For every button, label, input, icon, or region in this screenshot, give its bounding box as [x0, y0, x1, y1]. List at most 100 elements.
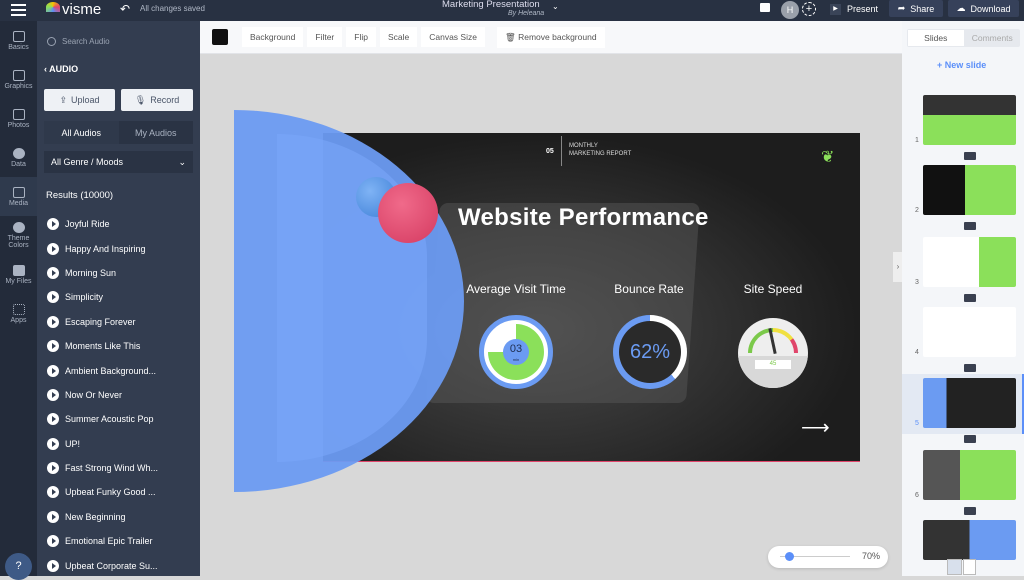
audio-track[interactable]: Emotional Epic Trailer [37, 529, 200, 553]
play-icon[interactable] [47, 388, 59, 401]
play-icon[interactable] [47, 413, 59, 426]
track-title: Upbeat Corporate Su... [65, 560, 158, 571]
audio-track[interactable]: Ambient Background... [37, 358, 200, 382]
bounce-rate-gauge: 62% [613, 315, 687, 389]
scale-button[interactable]: Scale [379, 27, 418, 47]
play-icon[interactable] [47, 242, 59, 255]
tab-my-audios[interactable]: My Audios [119, 121, 194, 144]
filter-button[interactable]: Filter [307, 27, 343, 47]
audio-track[interactable]: Now Or Never [37, 383, 200, 407]
undo-icon[interactable]: ↶ [120, 2, 130, 16]
transition-icon[interactable] [964, 222, 976, 230]
rail-label: Graphics [4, 82, 33, 90]
transition-icon[interactable] [964, 364, 976, 372]
graphics-icon [12, 69, 25, 81]
transition-icon[interactable] [964, 435, 976, 443]
chevron-down-icon[interactable]: ⌄ [552, 2, 559, 11]
play-icon[interactable] [47, 291, 59, 304]
play-icon[interactable] [47, 559, 59, 572]
play-icon[interactable] [47, 486, 59, 499]
upload-button[interactable]: ⇪ Upload [44, 89, 115, 111]
share-button[interactable]: ➦ Share [889, 0, 943, 17]
play-icon[interactable] [47, 535, 59, 548]
rail-theme-colors[interactable]: Theme Colors [0, 216, 37, 255]
audio-track[interactable]: Moments Like This [37, 334, 200, 358]
grid-view-button[interactable] [947, 559, 962, 575]
add-collaborator-icon[interactable]: + [802, 2, 816, 16]
track-title: Escaping Forever [65, 316, 136, 327]
rail-my-files[interactable]: My Files [0, 255, 37, 294]
play-icon[interactable] [47, 315, 59, 328]
play-icon[interactable] [47, 266, 59, 279]
comment-icon[interactable] [760, 3, 770, 12]
metric-label: Bounce Rate [614, 282, 684, 296]
zoom-slider-handle[interactable] [785, 552, 794, 561]
remove-background-button[interactable]: 🗑 Remove background [496, 26, 605, 48]
genre-dropdown[interactable]: All Genre / Moods ⌄ [44, 151, 193, 173]
canvas-size-button[interactable]: Canvas Size [421, 27, 485, 47]
slide-thumbnail[interactable] [923, 307, 1016, 357]
slide-thumbnail[interactable] [923, 237, 1016, 287]
audio-track[interactable]: Joyful Ride [37, 212, 200, 236]
audio-track[interactable]: Fast Strong Wind Wh... [37, 456, 200, 480]
transition-icon[interactable] [964, 294, 976, 302]
transition-icon[interactable] [964, 152, 976, 160]
track-title: Moments Like This [65, 341, 141, 352]
slide-thumbnail[interactable] [923, 378, 1016, 428]
play-icon[interactable] [47, 437, 59, 450]
avatar[interactable]: H [781, 1, 799, 19]
audio-track[interactable]: Upbeat Corporate Su... [37, 553, 200, 577]
audio-track[interactable]: Happy And Inspiring [37, 236, 200, 260]
audio-track[interactable]: Simplicity [37, 285, 200, 309]
rail-graphics[interactable]: Graphics [0, 60, 37, 99]
transition-icon[interactable] [964, 507, 976, 515]
list-view-button[interactable] [963, 559, 976, 575]
new-slide-button[interactable]: + New slide [937, 60, 986, 70]
back-to-media[interactable]: ‹ AUDIO [44, 64, 78, 74]
track-title: New Beginning [65, 511, 126, 522]
divider [561, 136, 562, 166]
tab-slides[interactable]: Slides [908, 30, 964, 46]
track-list: Joyful Ride Happy And Inspiring Morning Su… [37, 212, 200, 578]
track-title: Now Or Never [65, 389, 123, 400]
audio-track[interactable]: UP! [37, 432, 200, 456]
tab-comments[interactable]: Comments [965, 29, 1021, 47]
rail-media[interactable]: Media [0, 177, 37, 216]
track-title: Happy And Inspiring [65, 243, 146, 254]
search-input[interactable]: Search Audio [62, 37, 110, 46]
zoom-value[interactable]: 70% [862, 551, 880, 561]
play-icon[interactable] [47, 364, 59, 377]
color-swatch[interactable] [212, 29, 228, 45]
audio-panel: Search Audio ‹ AUDIO ⇪ Upload 🎙 Record All… [37, 21, 200, 576]
audio-tabs: All Audios My Audios [44, 121, 193, 144]
present-button[interactable]: ▶ Present [830, 1, 886, 17]
audio-track[interactable]: Morning Sun [37, 261, 200, 285]
slide-thumbnail[interactable] [923, 165, 1016, 215]
play-icon[interactable] [47, 510, 59, 523]
rail-photos[interactable]: Photos [0, 99, 37, 138]
audio-track[interactable]: Summer Acoustic Pop [37, 407, 200, 431]
menu-icon[interactable] [11, 4, 26, 16]
tab-all-audios[interactable]: All Audios [44, 121, 119, 144]
background-button[interactable]: Background [242, 27, 304, 47]
rail-apps[interactable]: Apps [0, 294, 37, 333]
play-icon[interactable] [47, 218, 59, 231]
genre-value: All Genre / Moods [51, 157, 124, 167]
slide-thumbnail[interactable] [923, 450, 1016, 500]
rail-basics[interactable]: Basics [0, 21, 37, 60]
rail-data[interactable]: Data [0, 138, 37, 177]
slide-thumbnail[interactable] [923, 520, 1016, 560]
doc-title[interactable]: Marketing Presentation [442, 0, 540, 10]
slide-kicker: MONTHLY [569, 143, 598, 149]
download-button[interactable]: ☁ Download [948, 0, 1019, 17]
flip-button[interactable]: Flip [346, 27, 376, 47]
audio-track[interactable]: Upbeat Funky Good ... [37, 480, 200, 504]
audio-track[interactable]: Escaping Forever [37, 310, 200, 334]
record-button[interactable]: 🎙 Record [121, 89, 193, 111]
audio-track[interactable]: New Beginning [37, 505, 200, 529]
play-icon[interactable] [47, 340, 59, 353]
search-audio[interactable]: Search Audio [47, 37, 110, 46]
play-icon[interactable] [47, 462, 59, 475]
site-speed-value: 45 [755, 360, 791, 369]
slide-thumbnail[interactable] [923, 95, 1016, 145]
